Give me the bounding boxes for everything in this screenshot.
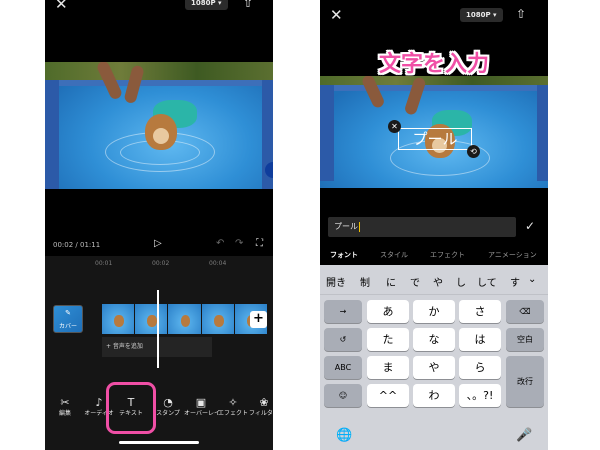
- kana-key-a[interactable]: あ: [367, 300, 409, 323]
- playhead[interactable]: [157, 290, 159, 368]
- check-icon[interactable]: ✓: [525, 219, 535, 233]
- kana-key-wa[interactable]: わ: [413, 384, 455, 407]
- close-icon[interactable]: ✕: [330, 8, 343, 23]
- current-time: 00:02: [53, 241, 74, 249]
- candidate-bar: 開き 制 に で や し して す ⌄: [320, 265, 548, 295]
- text-input-value: プール: [334, 222, 358, 231]
- clip-frame: [135, 304, 168, 334]
- instruction-callout: 文字を入力: [378, 52, 489, 77]
- sticker-icon: ◔: [163, 396, 173, 409]
- arrow-right-key[interactable]: →: [324, 300, 362, 323]
- tool-label: オーバーレイ: [184, 410, 220, 417]
- home-indicator: [119, 441, 199, 444]
- total-time: 01:11: [80, 241, 101, 249]
- candidate-word[interactable]: や: [433, 274, 443, 289]
- undo-key[interactable]: ↺: [324, 328, 362, 351]
- fullscreen-icon[interactable]: ⛶: [256, 238, 263, 249]
- kana-key-ya[interactable]: や: [413, 356, 455, 379]
- effect-icon: ✧: [228, 396, 238, 409]
- candidate-word[interactable]: 制: [360, 274, 370, 289]
- tool-sticker[interactable]: ◔ スタンプ: [151, 396, 185, 418]
- candidate-word[interactable]: に: [386, 274, 396, 289]
- add-clip-button[interactable]: +: [250, 311, 267, 328]
- tool-edit[interactable]: ✂ 編集: [48, 396, 82, 418]
- text-input[interactable]: プール: [328, 217, 516, 237]
- play-icon[interactable]: ▷: [154, 238, 162, 249]
- tool-filter[interactable]: ❀ フィルター: [247, 396, 273, 418]
- tool-effect[interactable]: ✧ エフェクト: [216, 396, 250, 418]
- microphone-icon[interactable]: 🎤: [516, 428, 532, 443]
- time-ruler: 00:01 00:02 00:04: [45, 260, 273, 272]
- tool-label: エフェクト: [217, 410, 248, 417]
- kana-key-ra[interactable]: ら: [459, 356, 501, 379]
- backspace-icon[interactable]: ⌫: [506, 300, 544, 323]
- ruler-tick: 00:01: [95, 260, 113, 267]
- kana-key-ka[interactable]: か: [413, 300, 455, 323]
- right-top-bar: ✕ 1080P ▾ ⇧: [320, 0, 548, 24]
- time-readout: 00:02 / 01:11: [53, 241, 101, 249]
- candidate-word[interactable]: で: [410, 274, 420, 289]
- overlay-icon: ▣: [195, 396, 207, 409]
- pencil-icon: ✎: [65, 309, 71, 317]
- tab-effect[interactable]: エフェクト: [430, 250, 465, 260]
- kana-key-ha[interactable]: は: [459, 328, 501, 351]
- text-overlay-box[interactable]: プール: [398, 128, 472, 150]
- right-phone-screen: ✕ 1080P ▾ ⇧ 文字を入力 プール ✕ ⟲ プール ✓ フォント スタイ…: [320, 0, 548, 450]
- abc-key[interactable]: ABC: [324, 356, 362, 379]
- upload-icon[interactable]: ⇧: [516, 8, 526, 20]
- tool-overlay[interactable]: ▣ オーバーレイ: [184, 396, 220, 418]
- close-icon[interactable]: ✕: [388, 120, 401, 133]
- redo-icon[interactable]: ↷: [235, 238, 243, 249]
- text-style-tabs: フォント スタイル エフェクト アニメーション: [320, 250, 548, 262]
- candidate-word[interactable]: して: [477, 274, 497, 289]
- bottom-toolbar: ✂ 編集 ♪ オーディオ T テキスト ◔ スタンプ ▣ オーバーレイ ✧ エフ…: [45, 396, 273, 430]
- clip-frame: [168, 304, 201, 334]
- cover-label: カバー: [58, 323, 77, 330]
- keyboard: 開き 制 に で や し して す ⌄ → ↺ ABC ☺ あ か さ た な …: [320, 265, 548, 450]
- ruler-tick: 00:02: [152, 260, 170, 267]
- emoji-key[interactable]: ☺: [324, 384, 362, 407]
- text-tool-highlight: [106, 382, 156, 434]
- left-phone-screen: ✕ 1080P ▾ ⇧ 00:02 / 01:11 ▷ ↶ ↷ ⛶ 00:01 …: [45, 0, 273, 450]
- clip-frame: [102, 304, 135, 334]
- tool-label: スタンプ: [156, 410, 180, 417]
- space-key[interactable]: 空白: [506, 328, 544, 351]
- globe-icon[interactable]: 🌐: [336, 428, 352, 443]
- tab-animation[interactable]: アニメーション: [488, 250, 537, 260]
- kana-key-ma[interactable]: ま: [367, 356, 409, 379]
- video-preview: [45, 62, 273, 189]
- chevron-down-icon[interactable]: ⌄: [528, 274, 536, 285]
- upload-icon[interactable]: ⇧: [243, 0, 253, 9]
- tab-style[interactable]: スタイル: [380, 250, 408, 260]
- candidate-word[interactable]: 開き: [326, 274, 346, 289]
- scissors-icon: ✂: [60, 396, 70, 409]
- kana-key-ta[interactable]: た: [367, 328, 409, 351]
- enter-key[interactable]: 改行: [506, 356, 544, 407]
- tool-label: 編集: [58, 410, 71, 417]
- resolution-selector[interactable]: 1080P ▾: [185, 0, 228, 10]
- undo-icon[interactable]: ↶: [216, 238, 224, 249]
- punctuation-key[interactable]: 、。?!: [459, 384, 501, 407]
- ruler-tick: 00:04: [209, 260, 227, 267]
- video-clip-strip[interactable]: [102, 304, 268, 334]
- kana-key-na[interactable]: な: [413, 328, 455, 351]
- close-icon[interactable]: ✕: [55, 0, 68, 12]
- tool-label: フィルター: [249, 410, 273, 417]
- candidate-word[interactable]: し: [456, 274, 466, 289]
- rotate-handle-icon[interactable]: ⟲: [467, 145, 480, 158]
- candidate-word[interactable]: す: [510, 274, 520, 289]
- tab-font[interactable]: フォント: [330, 250, 358, 260]
- dakuten-key[interactable]: ^^: [367, 384, 409, 407]
- kana-key-sa[interactable]: さ: [459, 300, 501, 323]
- left-top-bar: ✕ 1080P ▾ ⇧: [45, 0, 273, 24]
- clip-frame: [201, 304, 234, 334]
- resolution-selector[interactable]: 1080P ▾: [460, 8, 503, 22]
- filter-icon: ❀: [259, 396, 269, 409]
- cover-button[interactable]: ✎ カバー: [53, 305, 83, 333]
